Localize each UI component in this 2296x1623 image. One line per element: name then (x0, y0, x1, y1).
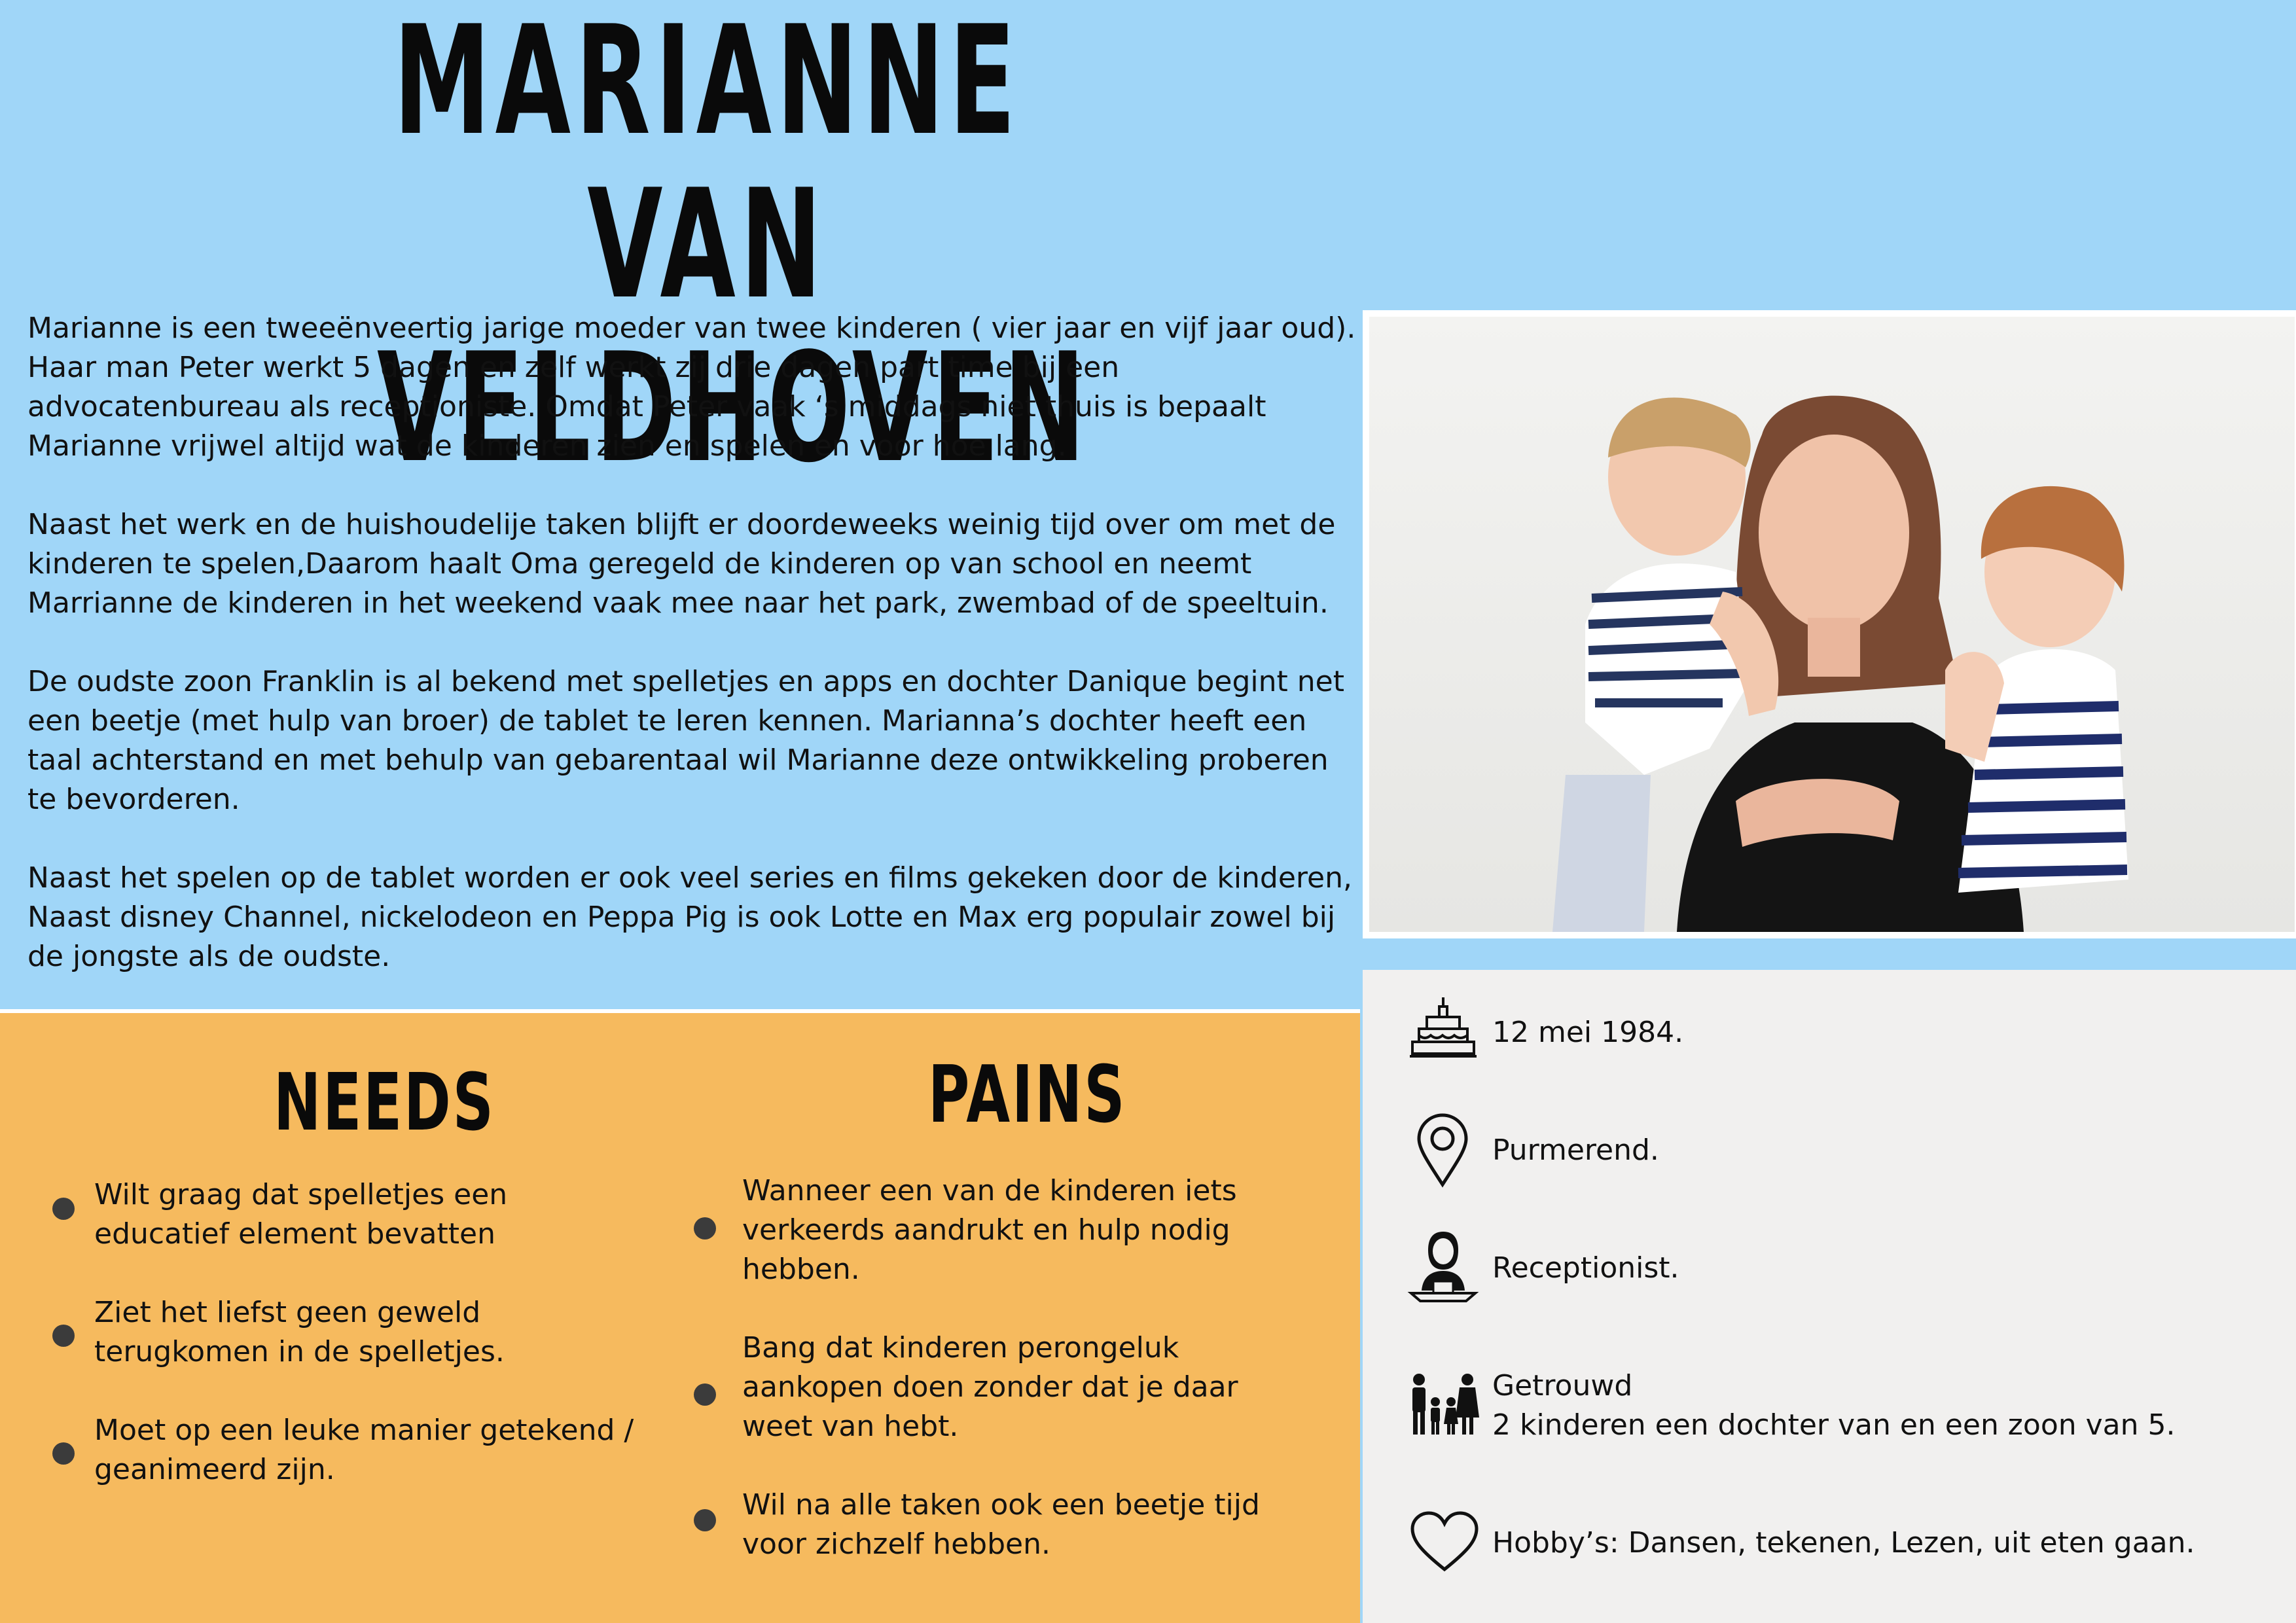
pains-item-2: Bang dat kinderen perongeluk aankopen do… (742, 1331, 1238, 1443)
needs-item-2: Ziet het liefst geen geweld terugkomen i… (94, 1296, 505, 1368)
needs-bullet (52, 1442, 75, 1465)
family-icon (1412, 1374, 1479, 1435)
needs-item-1: Wilt graag dat spelletjes een educatief … (94, 1178, 508, 1251)
pains-bullet (694, 1509, 716, 1531)
family-text-line1: Getrouwd (1492, 1369, 1633, 1402)
bio-paragraph-3: De oudste zoon Franklin is al bekend met… (27, 665, 1344, 816)
family-photo-illustration (1369, 317, 2295, 932)
location-text: Purmerend. (1492, 1133, 1659, 1167)
needs-bullet (52, 1325, 75, 1347)
birthday-text: 12 mei 1984. (1492, 1016, 1684, 1049)
job-text: Receptionist. (1492, 1251, 1679, 1285)
family-text-line2: 2 kinderen een dochter van en een zoon v… (1492, 1408, 2176, 1442)
persona-name-line1: MARIANNE (393, 0, 1020, 169)
pains-item-3: Wil na alle taken ook een beetje tijd vo… (742, 1488, 1260, 1561)
bio-paragraph-1: Marianne is een tweeënveertig jarige moe… (27, 312, 1356, 463)
photo-frame (1363, 310, 2296, 938)
pains-item-1: Wanneer een van de kinderen iets verkeer… (742, 1174, 1237, 1286)
receptionist-icon (1407, 1232, 1479, 1302)
heart-icon (1410, 1511, 1479, 1572)
map-pin-icon (1417, 1113, 1468, 1188)
pains-title: PAINS (928, 1050, 1127, 1141)
needs-item-3: Moet op een leuke manier getekend / gean… (94, 1414, 634, 1486)
pains-bullet (694, 1217, 716, 1240)
needs-title: NEEDS (274, 1058, 495, 1149)
bio-text: Marianne is een tweeënveertig jarige moe… (27, 309, 1356, 1016)
bio-paragraph-4: Naast het spelen op de tablet worden er … (27, 861, 1352, 973)
bio-paragraph-2: Naast het werk en de huishoudelije taken… (27, 508, 1336, 620)
family-photo (1369, 317, 2295, 932)
pains-bullet (694, 1383, 716, 1406)
birthday-cake-icon (1410, 997, 1477, 1058)
hobbies-text: Hobby’s: Dansen, tekenen, Lezen, uit ete… (1492, 1526, 2195, 1560)
needs-bullet (52, 1198, 75, 1220)
